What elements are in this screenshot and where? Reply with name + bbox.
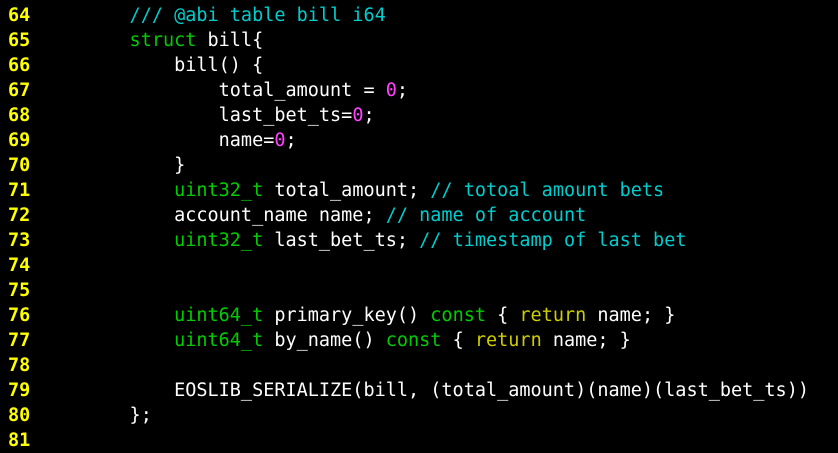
line-number: 78 [8, 355, 31, 376]
code-token-plain: bill{ [196, 30, 264, 51]
line-code: EOSLIB_SERIALIZE(bill, (total_amount)(na… [85, 378, 809, 403]
code-token-type: const [385, 330, 442, 351]
code-token-plain: name; } [586, 305, 676, 326]
code-token-number: 0 [385, 80, 397, 101]
code-line[interactable]: 77 uint64_t by_name() const { return nam… [0, 328, 838, 353]
line-number: 80 [8, 405, 31, 426]
line-code: /// @abi table bill i64 [85, 3, 386, 28]
code-token-plain: ; [396, 80, 409, 101]
code-line[interactable]: 70 } [0, 153, 838, 178]
code-token-type: uint32_t [85, 230, 264, 251]
line-code: uint64_t primary_key() const { return na… [85, 303, 675, 328]
code-token-plain: { [441, 330, 475, 351]
code-editor[interactable]: 64 /// @abi table bill i64 65 struct bill… [0, 0, 838, 451]
code-line[interactable]: 76 uint64_t primary_key() const { return… [0, 303, 838, 328]
code-line[interactable]: 79 EOSLIB_SERIALIZE(bill, (total_amount)… [0, 378, 838, 403]
line-number: 67 [8, 80, 31, 101]
code-line[interactable]: 69 name=0; [0, 128, 838, 153]
code-token-comment: // name of account [385, 205, 587, 226]
line-code: name=0; [85, 128, 297, 153]
code-token-plain: name; } [541, 330, 631, 351]
line-number: 74 [8, 255, 31, 276]
code-token-plain: }; [85, 405, 152, 426]
code-token-comment: /// @abi table bill i64 [85, 5, 386, 26]
line-number: 76 [8, 305, 31, 326]
code-token-number: 0 [352, 105, 364, 126]
line-code: last_bet_ts=0; [85, 103, 375, 128]
code-token-plain: primary_key() [263, 305, 431, 326]
code-token-plain: total_amount = [85, 80, 386, 101]
line-code: account_name name; // name of account [85, 203, 586, 228]
code-token-number: 0 [274, 130, 286, 151]
code-token-plain: by_name() [263, 330, 386, 351]
code-token-type: const [430, 305, 486, 326]
line-number: 64 [8, 5, 31, 26]
code-token-plain: total_amount; [263, 180, 431, 201]
line-number: 75 [8, 280, 31, 301]
line-code: uint32_t total_amount; // totoal amount … [85, 178, 664, 203]
code-token-type: uint64_t [85, 305, 264, 326]
code-token-plain: { [486, 305, 520, 326]
code-token-plain: ; [285, 130, 297, 151]
code-token-type: uint64_t [85, 330, 264, 351]
code-token-comment: // timestamp of last bet [419, 230, 687, 251]
line-number: 70 [8, 155, 31, 176]
line-number: 81 [8, 430, 31, 451]
line-code: total_amount = 0; [85, 78, 408, 103]
line-code: uint32_t last_bet_ts; // timestamp of la… [85, 228, 686, 253]
code-line[interactable]: 73 uint32_t last_bet_ts; // timestamp of… [0, 228, 838, 253]
code-token-plain: last_bet_ts= [85, 105, 353, 126]
code-token-plain: bill() { [85, 55, 264, 76]
code-line[interactable]: 67 total_amount = 0; [0, 78, 838, 103]
code-line[interactable]: 71 uint32_t total_amount; // totoal amou… [0, 178, 838, 203]
code-line[interactable]: 72 account_name name; // name of account [0, 203, 838, 228]
code-line[interactable]: 74 [0, 253, 838, 278]
line-number: 77 [8, 330, 31, 351]
code-line[interactable]: 64 /// @abi table bill i64 [0, 3, 838, 28]
code-line[interactable]: 78 [0, 353, 838, 378]
code-token-plain: last_bet_ts; [263, 230, 420, 251]
code-token-comment: // totoal amount bets [430, 180, 665, 201]
code-line[interactable]: 75 [0, 278, 838, 303]
line-code: } [85, 153, 185, 178]
code-line[interactable]: 81 [0, 428, 838, 453]
line-code: struct bill{ [85, 28, 264, 53]
code-token-plain: } [85, 155, 186, 176]
line-number: 73 [8, 230, 31, 251]
code-line[interactable]: 68 last_bet_ts=0; [0, 103, 838, 128]
line-number: 68 [8, 105, 31, 126]
code-token-keyword: return [519, 305, 587, 326]
code-token-keyword: return [474, 330, 542, 351]
line-number: 72 [8, 205, 31, 226]
line-number: 79 [8, 380, 31, 401]
line-code: }; [85, 403, 152, 428]
code-line[interactable]: 80 }; [0, 403, 838, 428]
code-token-plain: EOSLIB_SERIALIZE(bill, (total_amount)(na… [85, 380, 809, 401]
code-token-type: uint32_t [85, 180, 264, 201]
line-number: 65 [8, 30, 31, 51]
code-line[interactable]: 66 bill() { [0, 53, 838, 78]
line-number: 71 [8, 180, 31, 201]
line-number: 69 [8, 130, 31, 151]
code-token-plain: name= [85, 130, 275, 151]
line-code: bill() { [85, 53, 263, 78]
code-token-plain: account_name name; [85, 205, 386, 226]
line-code: uint64_t by_name() const { return name; … [85, 328, 631, 353]
code-token-plain: ; [363, 105, 375, 126]
line-number: 66 [8, 55, 31, 76]
code-token-type: struct [85, 30, 197, 51]
code-line[interactable]: 65 struct bill{ [0, 28, 838, 53]
